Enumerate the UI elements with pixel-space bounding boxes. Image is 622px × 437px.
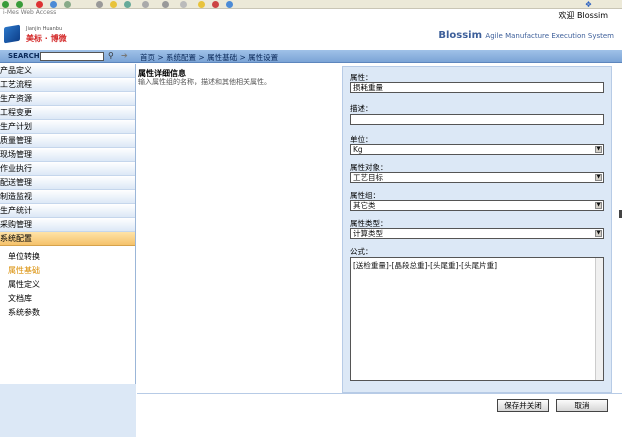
stop-icon[interactable] bbox=[36, 1, 43, 8]
description-input[interactable] bbox=[350, 114, 604, 125]
print-icon[interactable] bbox=[162, 1, 169, 8]
refresh-icon[interactable] bbox=[50, 1, 57, 8]
brand-name: Blossim bbox=[438, 30, 482, 41]
save-close-button[interactable]: 保存并关闭 bbox=[497, 399, 549, 412]
logo-cube-icon bbox=[4, 24, 20, 44]
sidebar-item-quality-management[interactable]: 质量管理 bbox=[0, 134, 135, 148]
sidebar-item-purchase-management[interactable]: 采购管理 bbox=[0, 218, 135, 232]
search-icon[interactable]: ⚲ bbox=[108, 51, 114, 60]
sidebar-item-production-plan[interactable]: 生产计划 bbox=[0, 120, 135, 134]
sidebar-subitem-attribute-definition[interactable]: 属性定义 bbox=[0, 278, 135, 292]
unit-select-value: Kg bbox=[353, 145, 363, 154]
windows-logo-icon: ❖ bbox=[584, 0, 592, 9]
search-input[interactable] bbox=[40, 52, 104, 61]
chevron-down-icon[interactable]: ▼ bbox=[595, 146, 602, 153]
attribute-object-select-value: 工艺目标 bbox=[353, 173, 383, 182]
go-icon[interactable]: ➔ bbox=[121, 51, 128, 60]
search-label: SEARCH bbox=[8, 52, 40, 60]
sidebar-item-production-statistics[interactable]: 生产统计 bbox=[0, 204, 135, 218]
sidebar-item-production-resources[interactable]: 生产资源 bbox=[0, 92, 135, 106]
unit-select[interactable]: Kg ▼ bbox=[350, 144, 604, 155]
formula-label: 公式： bbox=[350, 247, 373, 256]
edit-icon[interactable] bbox=[180, 1, 187, 8]
folder-icon[interactable] bbox=[198, 1, 205, 8]
favorites-icon[interactable] bbox=[110, 1, 117, 8]
brand-subtitle: Agile Manufacture Execution System bbox=[485, 32, 614, 40]
sidebar-item-manufacturing-monitor[interactable]: 制造监视 bbox=[0, 190, 135, 204]
messenger-icon[interactable] bbox=[212, 1, 219, 8]
sidebar-footer bbox=[0, 384, 136, 437]
sidebar-item-site-management[interactable]: 现场管理 bbox=[0, 148, 135, 162]
description-label: 描述： bbox=[350, 104, 373, 113]
mail-icon[interactable] bbox=[142, 1, 149, 8]
sidebar-subitem-attribute-basics[interactable]: 属性基础 bbox=[0, 264, 135, 278]
home-icon[interactable] bbox=[64, 1, 71, 8]
chevron-down-icon[interactable]: ▼ bbox=[595, 202, 602, 209]
logo-caption: Jianjin Huanbu bbox=[26, 26, 63, 32]
formula-textarea[interactable]: [送检重量]-[晶段总重]-[头尾重]-[头尾片重] bbox=[350, 257, 604, 381]
sidebar: 产品定义 工艺流程 生产资源 工程变更 生产计划 质量管理 现场管理 作业执行 … bbox=[0, 64, 136, 437]
welcome-user: 欢迎 Blossim bbox=[558, 11, 609, 20]
logo-text: 美标 · 博微 bbox=[26, 34, 67, 43]
search-web-icon[interactable] bbox=[96, 1, 103, 8]
chevron-down-icon[interactable]: ▼ bbox=[595, 230, 602, 237]
forward-icon[interactable] bbox=[16, 1, 23, 8]
section-description: 输入属性组的名称，描述和其他相关属性。 bbox=[138, 78, 271, 86]
chevron-down-icon[interactable]: ▼ bbox=[595, 174, 602, 181]
sidebar-subitem-document-library[interactable]: 文档库 bbox=[0, 292, 135, 306]
attribute-group-select[interactable]: 其它类 ▼ bbox=[350, 200, 604, 211]
formula-scrollbar[interactable] bbox=[595, 258, 603, 380]
sidebar-item-process-flow[interactable]: 工艺流程 bbox=[0, 78, 135, 92]
breadcrumb: 首页 > 系统配置 > 属性基础 > 属性设置 bbox=[140, 53, 279, 62]
attribute-type-select[interactable]: 计算类型 ▼ bbox=[350, 228, 604, 239]
discuss-icon[interactable] bbox=[226, 1, 233, 8]
cancel-button[interactable]: 取消 bbox=[556, 399, 608, 412]
sidebar-subitem-system-parameters[interactable]: 系统参数 bbox=[0, 306, 135, 320]
sidebar-item-delivery-management[interactable]: 配送管理 bbox=[0, 176, 135, 190]
sidebar-item-job-execution[interactable]: 作业执行 bbox=[0, 162, 135, 176]
back-icon[interactable] bbox=[2, 1, 9, 8]
attribute-input[interactable] bbox=[350, 82, 604, 93]
history-icon[interactable] bbox=[124, 1, 131, 8]
browser-toolbar bbox=[0, 0, 622, 9]
attribute-type-select-value: 计算类型 bbox=[353, 229, 383, 238]
sidebar-item-engineering-change[interactable]: 工程变更 bbox=[0, 106, 135, 120]
formula-text: [送检重量]-[晶段总重]-[头尾重]-[头尾片重] bbox=[353, 261, 498, 270]
sidebar-subitem-unit-conversion[interactable]: 单位转换 bbox=[0, 250, 135, 264]
divider bbox=[137, 393, 622, 394]
attribute-object-select[interactable]: 工艺目标 ▼ bbox=[350, 172, 604, 183]
attribute-group-select-value: 其它类 bbox=[353, 201, 376, 210]
sidebar-item-system-config[interactable]: 系统配置 bbox=[0, 232, 135, 246]
sidebar-item-product-definition[interactable]: 产品定义 bbox=[0, 64, 135, 78]
